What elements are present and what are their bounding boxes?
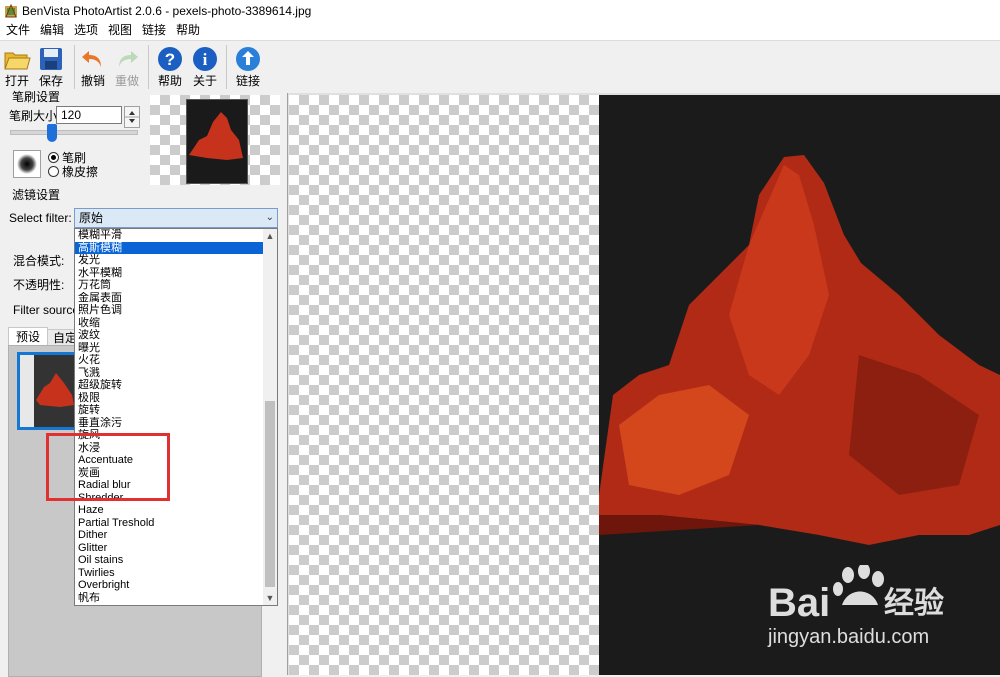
redo-label: 重做 (114, 74, 139, 88)
redo-button: 重做 (108, 43, 146, 91)
highlight-annotation-box (46, 433, 170, 501)
brush-preview (13, 150, 41, 178)
filter-option[interactable]: 万花筒 (75, 279, 263, 292)
globe-link-icon (236, 47, 260, 71)
svg-text:i: i (203, 50, 208, 69)
watermark-url: jingyan.baidu.com (768, 626, 930, 648)
filter-options: 模糊平滑 高斯模糊 发光 水平模糊 万花筒 金属表面 照片色调 收缩 波纹 曝光 火花 飞溅 超级旋转极… (75, 229, 263, 604)
menu-help[interactable]: 帮助 (174, 22, 202, 40)
filter-option[interactable]: Twirlies (75, 567, 263, 580)
folder-open-icon (4, 52, 31, 70)
brush-size-input[interactable] (56, 106, 122, 124)
undo-arrow-icon (82, 51, 101, 67)
menu-view[interactable]: 视图 (106, 22, 134, 40)
brush-tip-icon (17, 154, 37, 174)
filter-source-label: Filter source: (13, 303, 83, 317)
toolbar-separator (226, 45, 227, 89)
help-question-icon: ? (158, 47, 182, 71)
filter-option[interactable]: Overbright (75, 579, 263, 592)
radio-eraser[interactable] (48, 166, 59, 177)
filter-option[interactable]: 飞溅 (75, 367, 263, 380)
filter-option[interactable]: Partial Treshold (75, 517, 263, 530)
floppy-disk-icon (40, 48, 62, 70)
preset-thumbnail[interactable] (17, 352, 77, 430)
filter-option[interactable]: 模糊平滑 (75, 229, 263, 242)
help-button[interactable]: ? 帮助 (151, 43, 189, 91)
filter-option[interactable]: Glitter (75, 542, 263, 555)
filter-option[interactable]: 发光 (75, 254, 263, 267)
filter-option[interactable]: 极限 (75, 392, 263, 405)
radio-brush-label: 笔刷 (62, 151, 87, 165)
menu-file[interactable]: 文件 (4, 22, 32, 40)
radio-brush[interactable] (48, 152, 59, 163)
filter-settings-heading: 滤镜设置 (12, 188, 61, 202)
filter-option[interactable]: 超级旋转 (75, 379, 263, 392)
opacity-label: 不透明性: (13, 278, 65, 292)
filter-option[interactable]: 旋转 (75, 404, 263, 417)
filter-option[interactable]: 收缩 (75, 317, 263, 330)
brush-settings-heading: 笔刷设置 (12, 90, 61, 104)
canvas-transparent-region[interactable] (289, 95, 599, 675)
select-filter-label: Select filter: (9, 211, 72, 225)
info-icon: i (193, 47, 217, 71)
filter-option[interactable]: 水平模糊 (75, 267, 263, 280)
menu-options[interactable]: 选项 (72, 22, 100, 40)
filter-option[interactable]: 帆布 (75, 592, 263, 605)
filter-option[interactable]: 垂直涂污 (75, 417, 263, 430)
save-button[interactable]: 保存 (32, 43, 70, 91)
filter-option[interactable]: 曝光 (75, 342, 263, 355)
open-label: 打开 (4, 74, 29, 88)
filter-option[interactable]: Haze (75, 504, 263, 517)
brush-size-slider-track[interactable] (10, 130, 138, 135)
about-button[interactable]: i 关于 (186, 43, 224, 91)
menu-bar: 文件 编辑 选项 视图 链接 帮助 (0, 22, 1000, 40)
save-label: 保存 (38, 74, 63, 88)
scroll-up-icon[interactable]: ▲ (263, 229, 277, 243)
link-button[interactable]: 链接 (229, 43, 267, 91)
mountain-preset-icon (20, 355, 74, 427)
redo-arrow-icon (119, 51, 138, 67)
dropdown-scrollbar[interactable]: ▲ ▼ (263, 229, 277, 605)
filter-option[interactable]: 高斯模糊 (75, 241, 263, 254)
chevron-down-icon: ⌄ (265, 212, 274, 223)
filter-select[interactable]: 原始 ⌄ (74, 208, 278, 228)
spinner-arrows-icon (125, 111, 139, 123)
watermark-brand: Bai (768, 581, 831, 625)
mountain-thumbnail-icon (189, 112, 243, 160)
brush-size-label: 笔刷大小: (9, 109, 61, 123)
help-label: 帮助 (157, 74, 182, 88)
filter-select-value: 原始 (79, 211, 104, 225)
brush-size-slider-thumb[interactable] (47, 124, 57, 142)
radio-eraser-label: 橡皮擦 (62, 165, 99, 179)
undo-label: 撤销 (80, 74, 105, 88)
navigator-image (186, 99, 248, 184)
about-label: 关于 (192, 74, 217, 88)
svg-text:?: ? (165, 50, 175, 69)
title-bar: BenVista PhotoArtist 2.0.6 - pexels-phot… (0, 0, 1000, 22)
menu-edit[interactable]: 编辑 (38, 22, 66, 40)
filter-option[interactable]: 火花 (75, 354, 263, 367)
undo-button[interactable]: 撤销 (74, 43, 112, 91)
filter-option[interactable]: Dither (75, 529, 263, 542)
brush-size-spinner[interactable] (124, 106, 140, 128)
tab-preset[interactable]: 预设 (8, 327, 48, 346)
filter-option[interactable]: Oil stains (75, 554, 263, 567)
watermark-brand-cn: 经验 (884, 587, 944, 620)
baidu-jingyan-watermark: Bai 经验 jingyan.baidu.com (768, 563, 998, 665)
open-button[interactable]: 打开 (0, 43, 36, 91)
link-label: 链接 (235, 74, 260, 88)
filter-option[interactable]: 照片色调 (75, 304, 263, 317)
toolbar-separator (148, 45, 149, 89)
filter-option[interactable]: 波纹 (75, 329, 263, 342)
app-logo-icon (5, 4, 17, 18)
tab-preset-label: 预设 (16, 330, 41, 344)
filter-dropdown-list[interactable]: 模糊平滑 高斯模糊 发光 水平模糊 万花筒 金属表面 照片色调 收缩 波纹 曝光 火花 飞溅 超级旋转极… (74, 228, 278, 606)
toolbar: 打开 保存 撤销 重做 ? 帮助 i 关于 链接 (0, 40, 1000, 93)
scrollbar-thumb[interactable] (265, 401, 275, 587)
blend-mode-label: 混合模式: (13, 254, 65, 268)
scroll-down-icon[interactable]: ▼ (263, 591, 277, 605)
menu-link[interactable]: 链接 (140, 22, 168, 40)
filter-option[interactable]: 金属表面 (75, 292, 263, 305)
window-title: BenVista PhotoArtist 2.0.6 - pexels-phot… (22, 4, 312, 18)
